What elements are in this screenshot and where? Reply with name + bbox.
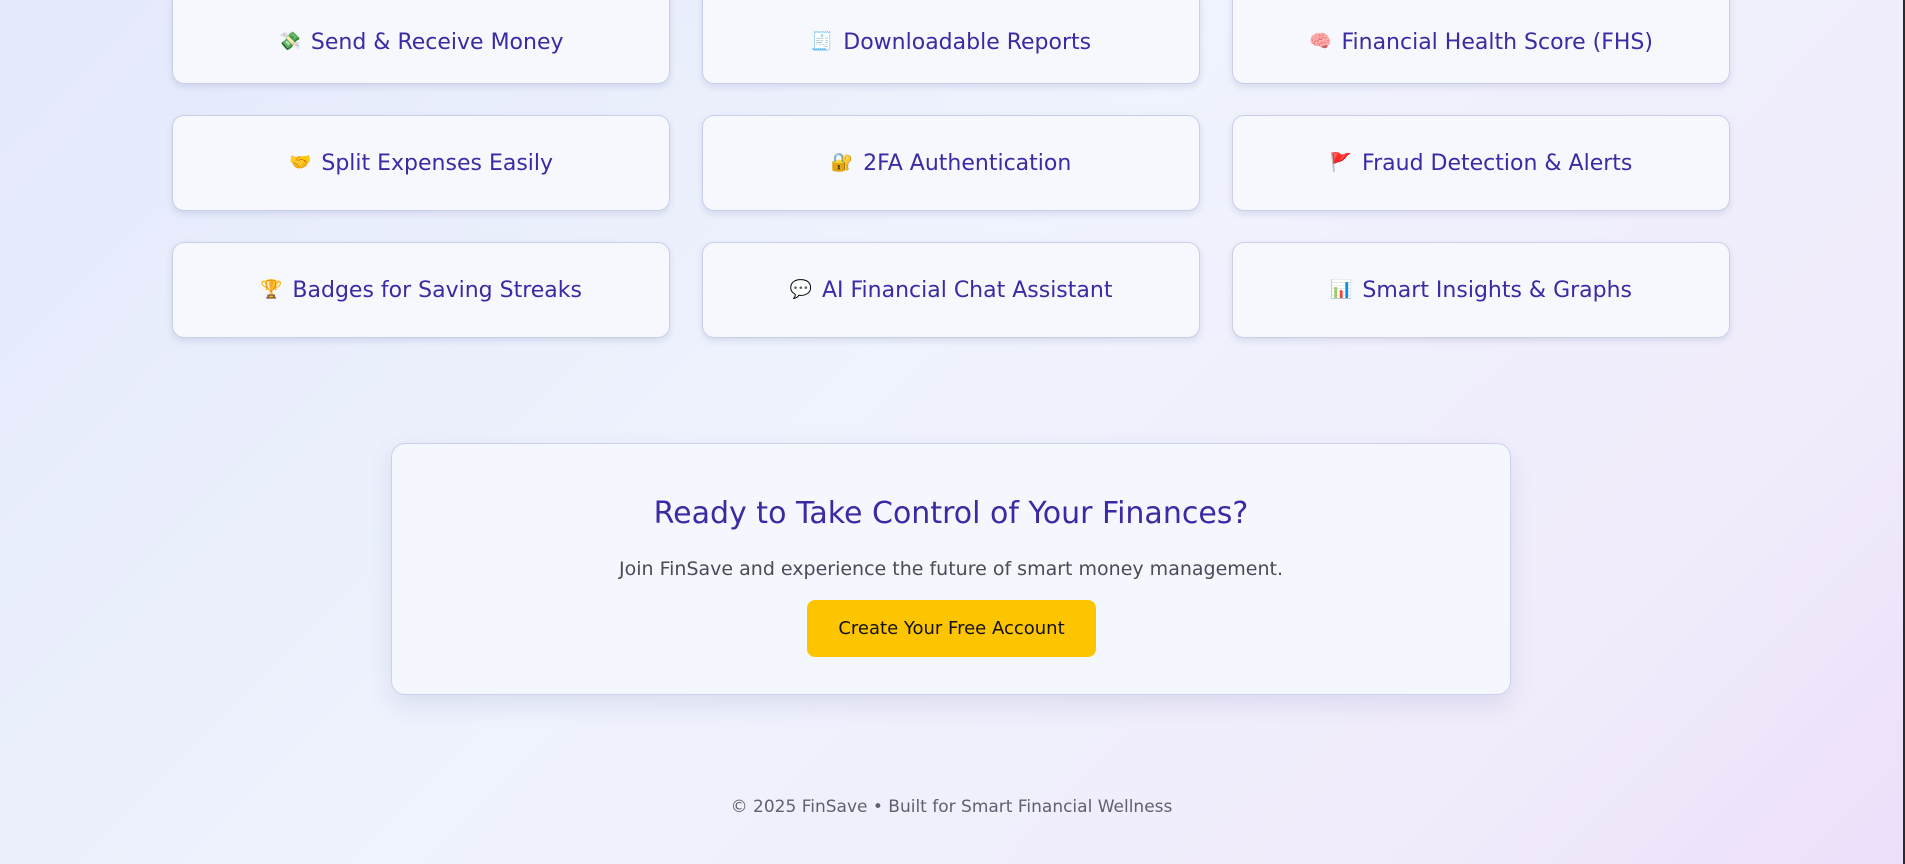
handshake-icon: 🤝 [288, 152, 312, 173]
speech-bubble-icon: 💬 [789, 279, 812, 300]
feature-label: Financial Health Score (FHS) [1341, 29, 1653, 55]
lock-key-icon: 🔐 [830, 152, 854, 173]
feature-card-2fa-authentication[interactable]: 🔐 2FA Authentication [702, 115, 1200, 211]
feature-card-ai-chat-assistant[interactable]: 💬 AI Financial Chat Assistant [702, 242, 1200, 338]
feature-card-send-receive-money[interactable]: 💸 Send & Receive Money [172, 0, 670, 84]
feature-card-smart-insights[interactable]: 📊 Smart Insights & Graphs [1232, 242, 1730, 338]
money-wings-icon: 💸 [278, 31, 301, 52]
feature-card-fraud-detection[interactable]: 🚩 Fraud Detection & Alerts [1232, 115, 1730, 211]
bar-chart-icon: 📊 [1329, 279, 1353, 300]
brain-icon: 🧠 [1309, 31, 1332, 52]
feature-card-saving-badges[interactable]: 🏆 Badges for Saving Streaks [172, 242, 670, 338]
trophy-icon: 🏆 [259, 279, 283, 300]
feature-card-split-expenses[interactable]: 🤝 Split Expenses Easily [172, 115, 670, 211]
create-account-button[interactable]: Create Your Free Account [807, 600, 1096, 657]
feature-label: Send & Receive Money [310, 29, 564, 55]
receipt-icon: 🧾 [810, 31, 834, 52]
feature-label: Downloadable Reports [843, 29, 1092, 55]
cta-card: Ready to Take Control of Your Finances? … [391, 443, 1511, 695]
features-grid: 💸 Send & Receive Money 🧾 Downloadable Re… [172, 0, 1731, 338]
feature-label: 2FA Authentication [863, 150, 1072, 176]
feature-label: Smart Insights & Graphs [1362, 277, 1633, 303]
feature-label: AI Financial Chat Assistant [821, 277, 1113, 303]
cta-subtitle: Join FinSave and experience the future o… [619, 558, 1283, 580]
footer-copyright: © 2025 FinSave • Built for Smart Financi… [730, 797, 1173, 817]
feature-label: Split Expenses Easily [321, 150, 554, 176]
feature-card-downloadable-reports[interactable]: 🧾 Downloadable Reports [702, 0, 1200, 84]
cta-title: Ready to Take Control of Your Finances? [653, 496, 1249, 531]
feature-label: Fraud Detection & Alerts [1362, 150, 1633, 176]
feature-card-financial-health-score[interactable]: 🧠 Financial Health Score (FHS) [1232, 0, 1730, 84]
feature-label: Badges for Saving Streaks [292, 277, 582, 303]
red-flag-icon: 🚩 [1329, 152, 1353, 173]
